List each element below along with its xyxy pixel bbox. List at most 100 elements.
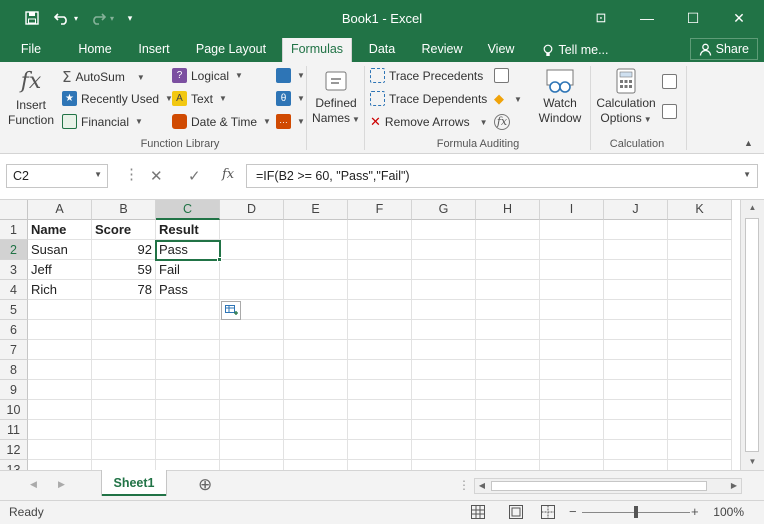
grid-cell[interactable] [540, 440, 604, 460]
grid-cell[interactable] [348, 300, 412, 320]
grid-cell[interactable] [604, 420, 668, 440]
grid-cell[interactable] [284, 380, 348, 400]
grid-cell[interactable] [348, 440, 412, 460]
scroll-down-icon[interactable]: ▼ [741, 454, 764, 470]
grid-cell[interactable] [348, 280, 412, 300]
grid-cell[interactable] [412, 360, 476, 380]
sheet-tab-sheet1[interactable]: Sheet1 [102, 470, 166, 496]
grid-cell[interactable] [604, 400, 668, 420]
grid-cell[interactable] [348, 220, 412, 240]
cell-b1[interactable]: Score [92, 220, 156, 240]
grid-cell[interactable] [284, 240, 348, 260]
tab-split-handle-icon[interactable]: ⋮ [458, 478, 470, 492]
normal-view-icon[interactable] [471, 505, 485, 519]
grid-cell[interactable] [220, 360, 284, 380]
grid-cell[interactable] [604, 460, 668, 470]
grid-cell[interactable] [92, 360, 156, 380]
grid-cell[interactable] [92, 400, 156, 420]
page-break-preview-icon[interactable] [541, 505, 555, 519]
grid-cell[interactable] [668, 340, 732, 360]
column-header-f[interactable]: F [348, 200, 412, 220]
grid-cell[interactable] [348, 260, 412, 280]
cell-b3[interactable]: 59 [92, 260, 156, 280]
grid-cell[interactable] [476, 320, 540, 340]
vertical-scrollbar[interactable]: ▲ ▼ [740, 200, 764, 470]
grid-cell[interactable] [92, 380, 156, 400]
column-header-k[interactable]: K [668, 200, 732, 220]
grid-cell[interactable] [92, 320, 156, 340]
tab-page-layout[interactable]: Page Layout [190, 38, 272, 62]
tab-view[interactable]: View [480, 38, 522, 62]
grid-cell[interactable] [220, 280, 284, 300]
grid-cell[interactable] [220, 460, 284, 470]
grid-cell[interactable] [540, 240, 604, 260]
grid-cell[interactable] [92, 460, 156, 470]
grid-cell[interactable] [476, 380, 540, 400]
quick-analysis-button[interactable] [221, 301, 241, 320]
grid-cell[interactable] [92, 420, 156, 440]
row-header-1[interactable]: 1 [0, 220, 28, 240]
name-box[interactable]: C2 ▼ [6, 164, 108, 188]
row-header-3[interactable]: 3 [0, 260, 28, 280]
grid-cell[interactable] [348, 400, 412, 420]
grid-cell[interactable] [220, 380, 284, 400]
tab-insert[interactable]: Insert [130, 38, 178, 62]
grid-cell[interactable] [348, 420, 412, 440]
grid-cell[interactable] [28, 360, 92, 380]
formula-input[interactable]: =IF(B2 >= 60, "Pass","Fail") ▼ [246, 164, 758, 188]
row-header-9[interactable]: 9 [0, 380, 28, 400]
grid-cell[interactable] [604, 240, 668, 260]
ribbon-display-options-icon[interactable]: ⊡ [578, 4, 624, 32]
grid-cell[interactable] [604, 380, 668, 400]
grid-cell[interactable] [476, 400, 540, 420]
grid-cell[interactable] [412, 300, 476, 320]
grid-cell[interactable] [476, 220, 540, 240]
show-formulas-button[interactable] [494, 68, 509, 83]
insert-function-button[interactable]: fx Insert Function [6, 68, 56, 128]
grid-cell[interactable] [604, 440, 668, 460]
grid-cell[interactable] [668, 220, 732, 240]
grid-cell[interactable] [540, 300, 604, 320]
grid-cell[interactable] [476, 360, 540, 380]
row-header-7[interactable]: 7 [0, 340, 28, 360]
row-header-13[interactable]: 13 [0, 460, 28, 470]
zoom-out-button[interactable]: − [569, 504, 577, 519]
maximize-button[interactable]: ☐ [670, 4, 716, 32]
grid-cell[interactable] [412, 460, 476, 470]
grid-cell[interactable] [348, 360, 412, 380]
evaluate-formula-button[interactable]: fx [494, 114, 510, 130]
grid-cell[interactable] [668, 240, 732, 260]
grid-cell[interactable] [540, 420, 604, 440]
grid-cell[interactable] [476, 440, 540, 460]
row-header-5[interactable]: 5 [0, 300, 28, 320]
grid-cell[interactable] [668, 360, 732, 380]
grid-cell[interactable] [284, 300, 348, 320]
zoom-in-button[interactable]: + [691, 504, 699, 519]
grid-cell[interactable] [668, 400, 732, 420]
recently-used-button[interactable]: ★ Recently Used ▼ [62, 91, 173, 106]
tab-review[interactable]: Review [414, 38, 470, 62]
tab-data[interactable]: Data [362, 38, 402, 62]
insert-function-fx-icon[interactable]: fx [222, 167, 234, 182]
grid-cell[interactable] [284, 220, 348, 240]
grid-cell[interactable] [28, 380, 92, 400]
grid-cell[interactable] [412, 260, 476, 280]
new-sheet-icon[interactable]: ⊕ [198, 475, 212, 495]
column-header-a[interactable]: A [28, 200, 92, 220]
grid-cell[interactable] [668, 420, 732, 440]
trace-precedents-button[interactable]: Trace Precedents [370, 68, 483, 83]
grid-cell[interactable] [540, 260, 604, 280]
grid-cell[interactable] [476, 240, 540, 260]
grid-cell[interactable] [668, 280, 732, 300]
text-button[interactable]: A Text ▼ [172, 91, 227, 106]
column-header-d[interactable]: D [220, 200, 284, 220]
lookup-reference-button[interactable]: ▼ [276, 68, 305, 83]
date-time-button[interactable]: Date & Time ▼ [172, 114, 271, 129]
grid-cell[interactable] [92, 340, 156, 360]
previous-sheet-icon[interactable]: ◀ [30, 479, 37, 490]
grid-cell[interactable] [540, 360, 604, 380]
row-header-6[interactable]: 6 [0, 320, 28, 340]
grid-cell[interactable] [284, 360, 348, 380]
calculate-now-button[interactable] [662, 74, 677, 89]
grid-cell[interactable] [412, 340, 476, 360]
